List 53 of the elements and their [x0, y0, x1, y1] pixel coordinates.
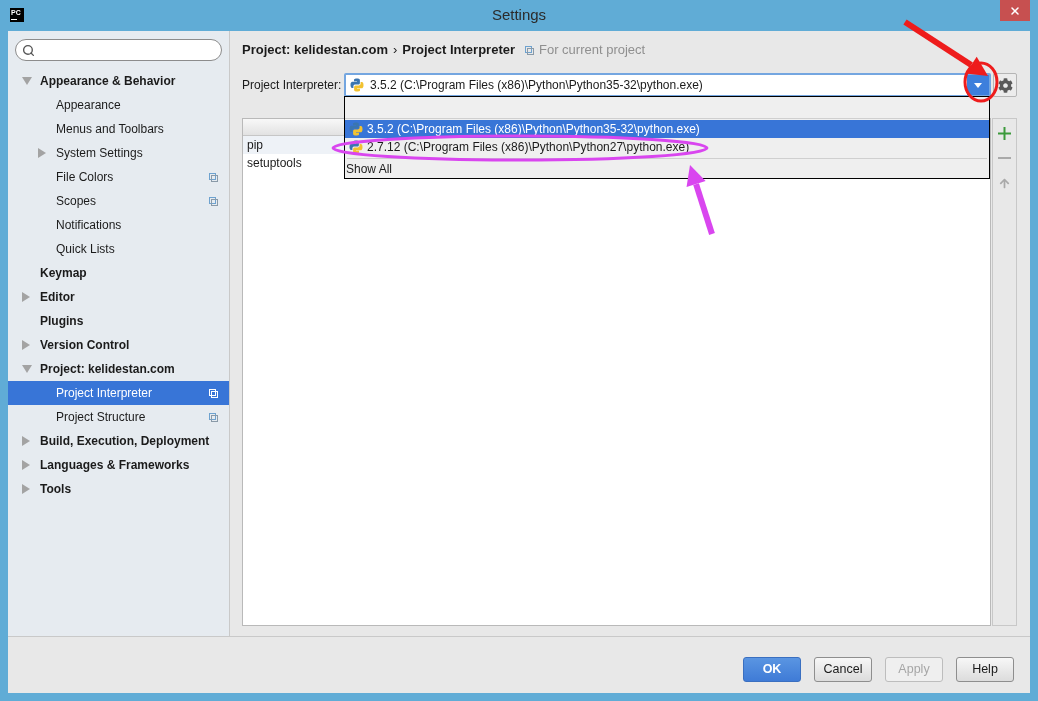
caret-right-icon[interactable]: [22, 484, 30, 494]
close-button[interactable]: [1000, 0, 1030, 21]
settings-icon: [997, 77, 1013, 93]
python-icon: [349, 140, 363, 154]
caret-down-icon: [974, 82, 982, 88]
python-icon: [350, 78, 364, 92]
field-label: Project Interpreter:: [242, 77, 343, 94]
tree-item[interactable]: Appearance & Behavior: [8, 69, 229, 93]
search-icon: [22, 43, 35, 57]
close-icon: [1009, 4, 1021, 17]
tree-item[interactable]: File Colors: [8, 165, 229, 189]
tree-item[interactable]: Project: kelidestan.com: [8, 357, 229, 381]
caret-down-icon[interactable]: [22, 77, 32, 85]
caret-right-icon[interactable]: [22, 460, 30, 470]
tree-item[interactable]: Version Control: [8, 333, 229, 357]
tree-item[interactable]: Appearance: [8, 93, 229, 117]
caret-right-icon[interactable]: [38, 148, 46, 158]
breadcrumb-separator: ›: [392, 41, 398, 60]
python-icon: [349, 122, 363, 136]
caret-right-icon[interactable]: [22, 292, 30, 302]
up-arrow-icon: [999, 177, 1010, 189]
tree-item[interactable]: Tools: [8, 477, 229, 501]
tree-item[interactable]: Keymap: [8, 261, 229, 285]
breadcrumb-item: Project: kelidestan.com: [242, 41, 388, 60]
search-field[interactable]: [15, 39, 222, 61]
tree-item[interactable]: System Settings: [8, 141, 229, 165]
tree-item[interactable]: Scopes: [8, 189, 229, 213]
window-title: Settings: [491, 5, 547, 26]
caret-right-icon[interactable]: [22, 436, 30, 446]
tree-item[interactable]: Project Interpreter: [8, 381, 229, 405]
dialog-button[interactable]: OK: [743, 657, 801, 682]
scope-note: For current project: [539, 41, 646, 60]
dropdown-button[interactable]: [967, 75, 989, 95]
tree-item[interactable]: Menus and Toolbars: [8, 117, 229, 141]
breadcrumb-item: Project Interpreter: [402, 41, 515, 60]
tree-item[interactable]: Notifications: [8, 213, 229, 237]
tree-item[interactable]: Editor: [8, 285, 229, 309]
stacked-squares-icon: [525, 45, 534, 55]
dropdown-option[interactable]: 2.7.12 (C:\Program Files (x86)\Python\Python27\python.exe): [345, 138, 989, 156]
show-all-option[interactable]: Show All: [345, 160, 989, 178]
tree-item[interactable]: Project Structure: [8, 405, 229, 429]
plus-icon: [998, 126, 1011, 140]
dialog-button[interactable]: Help: [956, 657, 1014, 682]
tree-item[interactable]: Languages & Frameworks: [8, 453, 229, 477]
caret-right-icon[interactable]: [22, 340, 30, 350]
interpreter-combo-box[interactable]: 3.5.2 (C:\Program Files (x86)\Python\Python35-32\python.exe): [344, 73, 991, 97]
tree-item[interactable]: Build, Execution, Deployment: [8, 429, 229, 453]
dropdown-option[interactable]: 3.5.2 (C:\Program Files (x86)\Python\Python35-32\python.exe): [345, 120, 989, 138]
minus-icon: [998, 157, 1011, 159]
caret-down-icon[interactable]: [22, 365, 32, 373]
tree-item[interactable]: Plugins: [8, 309, 229, 333]
dialog-button[interactable]: Cancel: [814, 657, 872, 682]
tree-item[interactable]: Quick Lists: [8, 237, 229, 261]
